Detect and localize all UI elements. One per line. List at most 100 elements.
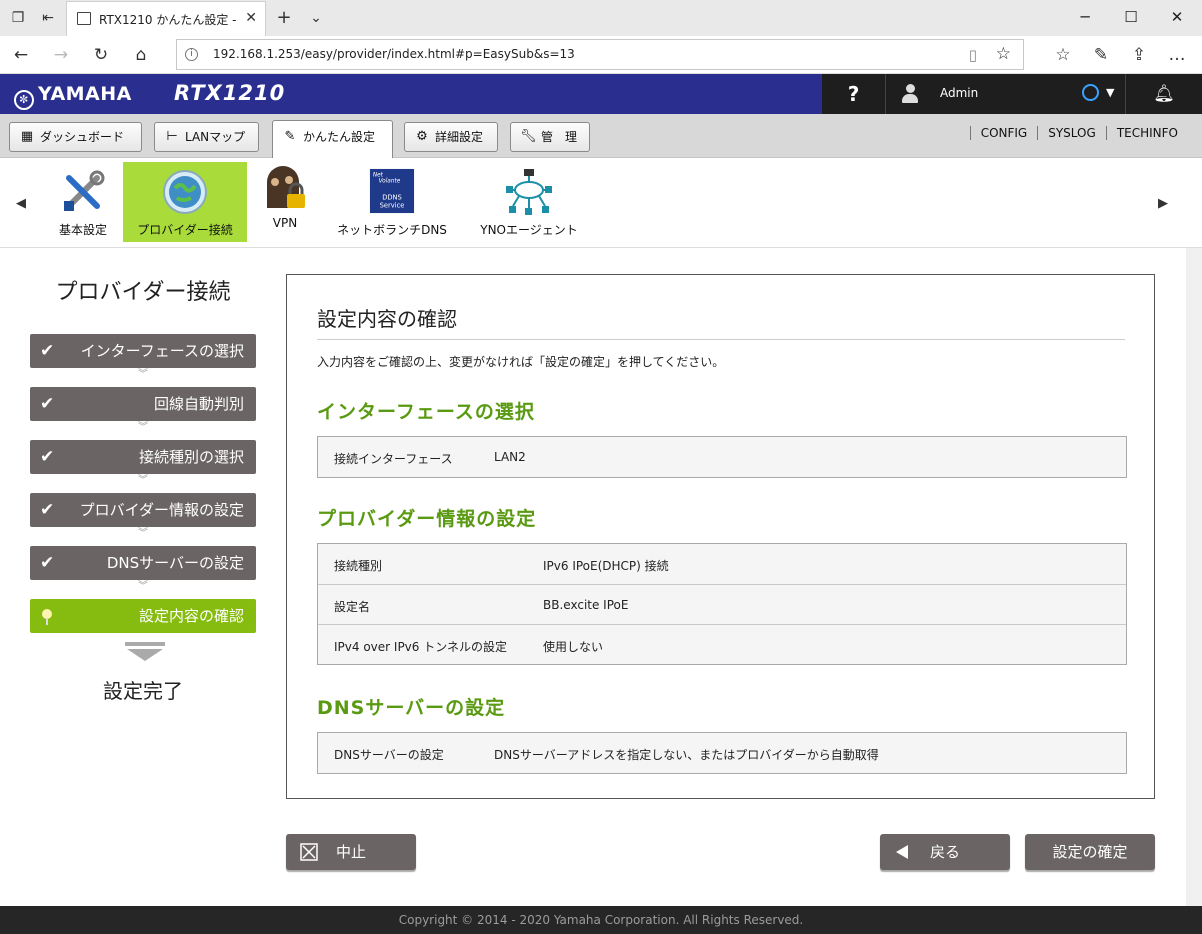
pin-icon [42, 609, 52, 625]
check-icon: ✔ [40, 500, 55, 520]
reading-view-icon[interactable]: ▯ [969, 46, 977, 64]
chevron-down-icon: ︾ [138, 369, 148, 380]
confirm-panel: 設定内容の確認 入力内容をご確認の上、変更がなければ「設定の確定」を押してくださ… [286, 274, 1155, 799]
home-icon[interactable]: ⌂ [130, 44, 152, 66]
url-field[interactable]: i 192.168.1.253/easy/provider/index.html… [176, 39, 1024, 70]
tab-management[interactable]: 🔧︎ 管 理 [510, 122, 590, 152]
wizard-step-label: プロバイダー情報の設定 [79, 501, 244, 519]
user-icon [902, 84, 918, 104]
func-yno-agent-label: YNOエージェント [480, 223, 578, 237]
func-netvolante-dns-label: ネットボランチDNS [337, 223, 447, 237]
row-key: IPv4 over IPv6 トンネルの設定 [334, 640, 507, 654]
config-link[interactable]: CONFIG [969, 126, 1038, 140]
tab-lanmap-label: LANマップ [185, 130, 246, 144]
wizard-step-connection-type: ✔ 接続種別の選択 [30, 440, 256, 474]
bell-icon[interactable]: 🔔︎ [1126, 74, 1202, 114]
func-yno-agent[interactable]: YNOエージェント [472, 162, 586, 242]
scroll-left-icon[interactable]: ◀ [16, 196, 26, 211]
wizard-step-label: インターフェースの選択 [80, 342, 244, 360]
scrollbar[interactable] [1186, 248, 1202, 908]
panel-description: 入力内容をご確認の上、変更がなければ「設定の確定」を押してください。 [317, 355, 725, 369]
user-menu[interactable]: Admin ▼ [886, 74, 1126, 114]
set-tabs-aside-icon[interactable]: ⇤ [38, 8, 58, 28]
favorite-star-icon[interactable]: ☆ [996, 44, 1011, 64]
row-key: DNSサーバーの設定 [334, 748, 444, 762]
ddns-icon-text-volante: Volante [379, 178, 401, 184]
tab-manager-icon[interactable]: ❐ [8, 8, 28, 28]
tab-title: RTX1210 かんたん設定 - [99, 13, 237, 27]
pen-icon[interactable]: ✎ [1090, 44, 1112, 66]
maximize-icon[interactable]: ☐ [1116, 6, 1146, 28]
top-nav: ▦ ダッシュボード ⊢ LANマップ ✎ かんたん設定 ⚙ 詳細設定 🔧︎ 管 理 CON… [0, 114, 1202, 160]
tab-advanced-label: 詳細設定 [435, 130, 484, 144]
gear-icon: ⚙ [416, 129, 428, 144]
close-window-icon[interactable]: ✕ [1162, 6, 1192, 28]
down-arrow-icon [125, 642, 165, 661]
wizard-step-line-detect: ✔ 回線自動判別 [30, 387, 256, 421]
close-tab-icon[interactable]: ✕ [245, 10, 257, 26]
row-value: LAN2 [494, 450, 526, 464]
func-provider-connection[interactable]: プロバイダー接続 [123, 162, 247, 242]
tab-advanced[interactable]: ⚙ 詳細設定 [404, 122, 498, 152]
chevron-down-icon: ︾ [138, 422, 148, 433]
table-row: 接続インターフェース LAN2 [318, 437, 1126, 477]
scroll-right-icon[interactable]: ▶ [1158, 196, 1168, 211]
tools-icon [64, 170, 105, 211]
cancel-label: 中止 [335, 843, 366, 861]
syslog-link[interactable]: SYSLOG [1037, 126, 1106, 140]
caret-down-icon[interactable]: ▼ [1106, 86, 1114, 99]
help-button[interactable]: ? [822, 74, 886, 114]
tab-management-label: 管 理 [541, 130, 578, 144]
favorites-list-icon[interactable]: ☆ [1052, 44, 1074, 66]
user-name: Admin [940, 86, 979, 100]
tab-dashboard-label: ダッシュボード [40, 130, 125, 144]
back-triangle-icon [896, 845, 908, 859]
footer: Copyright © 2014 - 2020 Yamaha Corporati… [0, 906, 1202, 934]
row-value: BB.excite IPoE [543, 598, 629, 612]
wizard-step-label: 接続種別の選択 [138, 448, 244, 466]
info-icon[interactable]: i [185, 48, 198, 61]
section-heading-provider: プロバイダー情報の設定 [317, 508, 537, 530]
dns-table: DNSサーバーの設定 DNSサーバーアドレスを指定しない、またはプロバイダーから… [317, 732, 1127, 774]
wizard-step-confirm: 設定内容の確認 [30, 599, 256, 633]
browser-tab[interactable]: RTX1210 かんたん設定 - ✕ [66, 1, 266, 36]
row-value: IPv6 IPoE(DHCP) 接続 [543, 559, 669, 573]
refresh-icon[interactable]: ↻ [90, 44, 112, 66]
func-netvolante-dns[interactable]: Net Volante DDNS Service ネットボランチDNS [330, 162, 454, 242]
cancel-box-icon [300, 843, 318, 861]
tab-dashboard[interactable]: ▦ ダッシュボード [9, 122, 142, 152]
forward-arrow-icon[interactable]: → [50, 44, 72, 66]
tab-lanmap[interactable]: ⊢ LANマップ [154, 122, 259, 152]
row-key: 接続種別 [334, 559, 383, 573]
vpn-lock-icon [267, 166, 305, 208]
tab-easy-setup[interactable]: ✎ かんたん設定 [272, 120, 393, 160]
globe-icon [163, 170, 207, 214]
ddns-icon-text-service: Service [380, 201, 405, 209]
tab-list-chevron-icon[interactable]: ⌄ [306, 8, 326, 28]
section-heading-dns: DNSサーバーの設定 [317, 697, 506, 719]
app-header: ✼ YAMAHA RTX1210 ? Admin ▼ 🔔︎ [0, 74, 1202, 114]
cancel-button[interactable]: 中止 [286, 834, 416, 870]
table-row: 接続種別 IPv6 IPoE(DHCP) 接続 [318, 544, 1126, 584]
panel-title: 設定内容の確認 [317, 307, 457, 331]
new-tab-icon[interactable]: + [274, 8, 294, 28]
wizard-title: プロバイダー接続 [55, 280, 231, 305]
table-row: DNSサーバーの設定 DNSサーバーアドレスを指定しない、またはプロバイダーから… [318, 733, 1126, 773]
wand-icon: ✎ [284, 129, 296, 144]
wizard-step-dns: ✔ DNSサーバーの設定 [30, 546, 256, 580]
back-arrow-icon[interactable]: ← [10, 44, 32, 66]
ddns-icon: Net Volante DDNS Service [369, 168, 415, 214]
header-right: ? Admin ▼ 🔔︎ [822, 74, 1202, 114]
row-key: 設定名 [334, 600, 371, 614]
minimize-icon[interactable]: ─ [1070, 6, 1100, 28]
confirm-button[interactable]: 設定の確定 [1025, 834, 1155, 870]
techinfo-link[interactable]: TECHINFO [1105, 126, 1188, 140]
share-icon[interactable]: ⇪ [1128, 44, 1150, 66]
func-vpn[interactable]: VPN [256, 162, 314, 242]
confirm-label: 設定の確定 [1052, 843, 1128, 861]
func-basic-settings[interactable]: 基本設定 [50, 162, 116, 242]
back-button[interactable]: 戻る [880, 834, 1010, 870]
lanmap-icon: ⊢ [166, 129, 178, 144]
wrench-icon: 🔧︎ [520, 129, 537, 144]
more-icon[interactable]: … [1166, 44, 1188, 66]
